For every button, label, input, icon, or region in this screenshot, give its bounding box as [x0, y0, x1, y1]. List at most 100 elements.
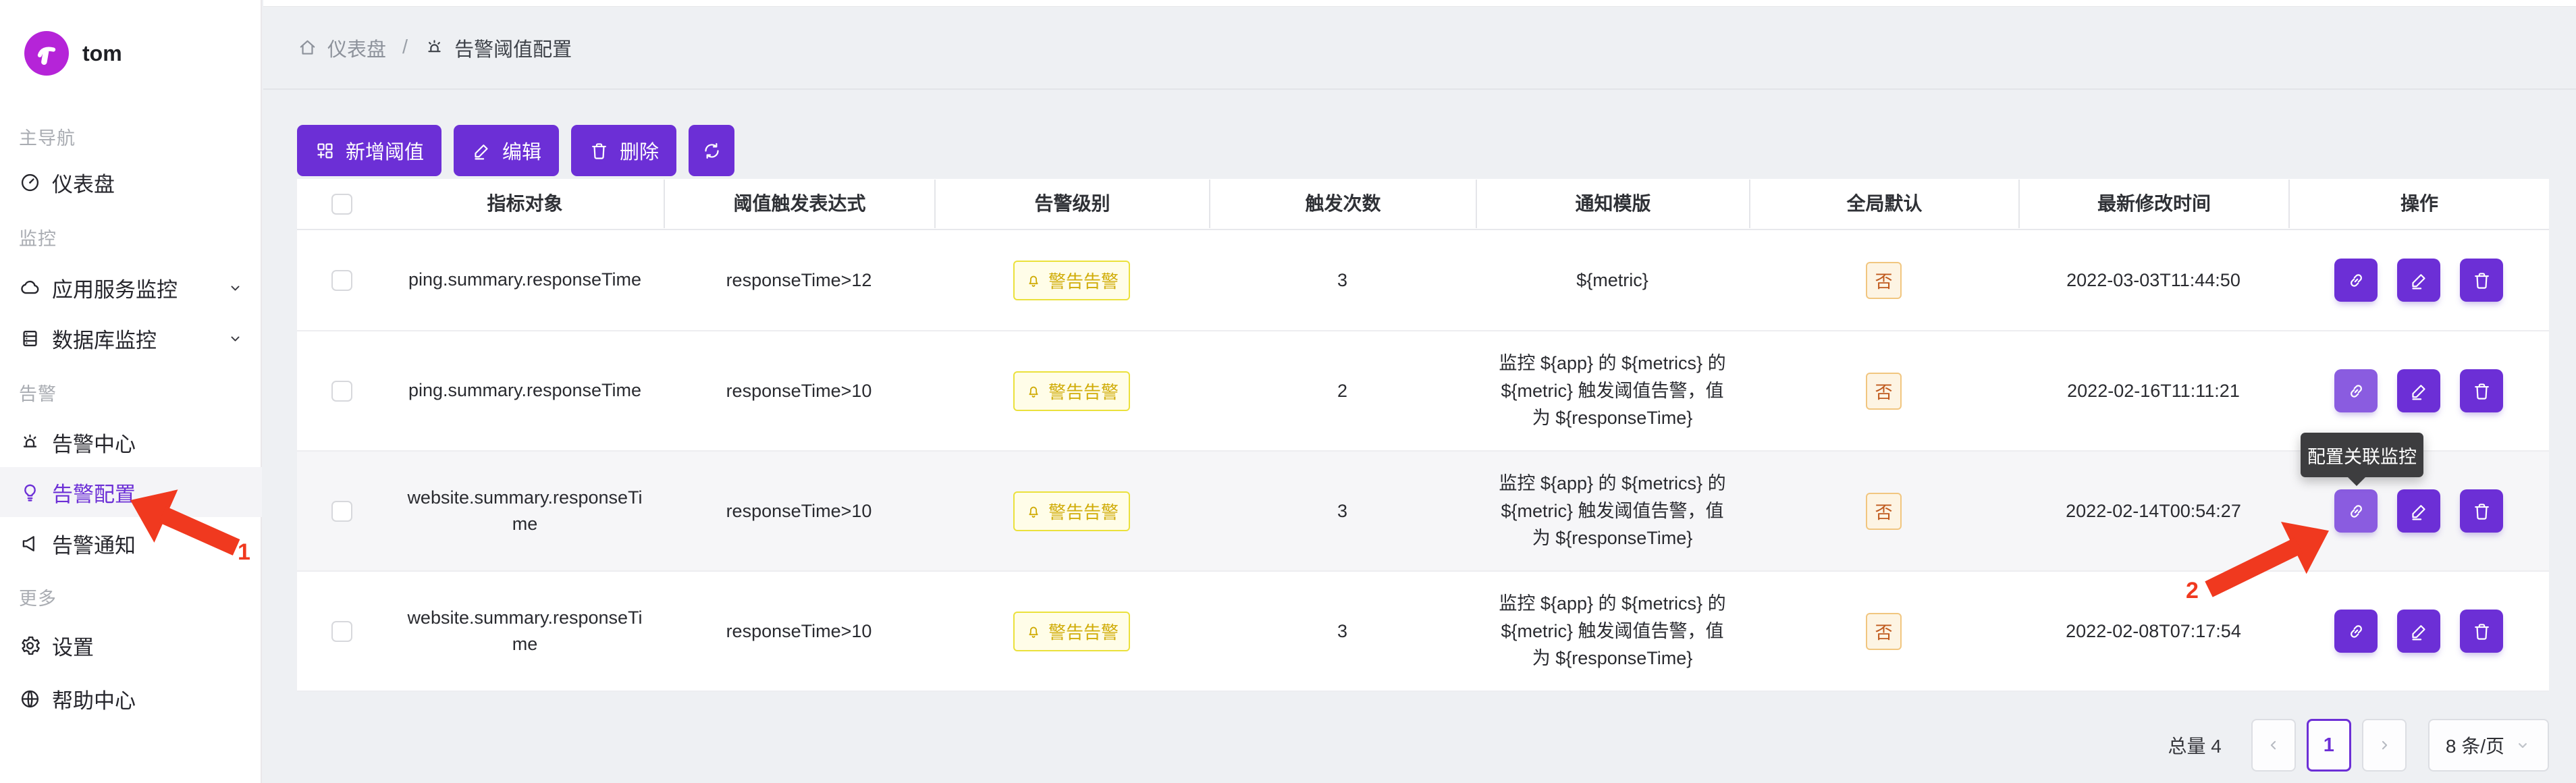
global-default-badge: 否 — [1866, 493, 1901, 530]
bell-icon — [1025, 271, 1042, 289]
pencil-icon — [2409, 621, 2430, 642]
sidebar-item-dashboard[interactable]: 仪表盘 — [0, 157, 262, 207]
alert-level-label: 警告告警 — [1048, 379, 1119, 404]
pencil-icon — [471, 140, 492, 161]
sidebar-item-alert-center[interactable]: 告警中心 — [0, 417, 262, 467]
edit-button[interactable]: 编辑 — [454, 125, 559, 176]
link-monitor-button[interactable] — [2334, 610, 2378, 653]
table-header-row: 指标对象 阈值触发表达式 告警级别 触发次数 通知模版 全局默认 最新修改时间 … — [297, 179, 2549, 230]
trash-icon — [2471, 270, 2492, 291]
modified-time-cell: 2022-03-03T11:44:50 — [2018, 270, 2288, 291]
trash-icon — [2471, 381, 2492, 402]
row-checkbox[interactable] — [331, 270, 352, 291]
modified-time-cell: 2022-02-14T00:54:27 — [2018, 501, 2288, 522]
edit-row-button[interactable] — [2397, 489, 2440, 533]
row-checkbox[interactable] — [331, 621, 352, 642]
page-size-select[interactable]: 8 条/页 — [2428, 719, 2549, 772]
delete-row-button[interactable] — [2460, 259, 2503, 302]
row-checkbox[interactable] — [331, 381, 352, 402]
toolbar: 新增阈值 编辑 删除 — [297, 125, 2549, 176]
sidebar-section-label: 更多 — [19, 584, 57, 610]
modified-time-cell: 2022-02-08T07:17:54 — [2018, 621, 2288, 642]
sidebar-section-label: 监控 — [19, 224, 57, 250]
expression-cell: responseTime>10 — [664, 501, 934, 522]
alert-level-badge: 警告告警 — [1013, 261, 1130, 300]
refresh-button[interactable] — [689, 125, 734, 176]
annotation-number-1: 1 — [238, 539, 250, 566]
global-default-badge: 否 — [1866, 373, 1901, 410]
chevron-down-icon[interactable] — [226, 279, 244, 297]
edit-row-button[interactable] — [2397, 259, 2440, 302]
select-all-checkbox[interactable] — [331, 194, 352, 215]
next-page-button[interactable] — [2362, 719, 2407, 772]
expression-cell: responseTime>10 — [664, 381, 934, 402]
link-icon — [2346, 501, 2367, 522]
link-icon — [2346, 270, 2367, 291]
sidebar-item-label: 告警中心 — [52, 427, 136, 458]
link-monitor-button[interactable] — [2334, 489, 2378, 533]
edit-row-button[interactable] — [2397, 369, 2440, 412]
link-monitor-button[interactable] — [2334, 259, 2378, 302]
sidebar: tom 主导航仪表盘监控应用服务监控数据库监控告警告警中心告警配置告警通知更多设… — [0, 0, 262, 783]
col-header-trigger-count: 触发次数 — [1209, 180, 1476, 228]
content: 新增阈值 编辑 删除 指标对象 阈值触发表达式 — [263, 125, 2576, 772]
edit-row-button[interactable] — [2397, 610, 2440, 653]
sidebar-item-label: 数据库监控 — [52, 323, 157, 354]
col-header-global-default: 全局默认 — [1749, 180, 2018, 228]
delete-row-button[interactable] — [2460, 610, 2503, 653]
total-count-label: 总量 4 — [2168, 732, 2222, 759]
sidebar-item-label: 告警通知 — [52, 529, 136, 559]
table-row: ping.summary.responseTime responseTime>1… — [297, 331, 2549, 452]
sidebar-item-help-center[interactable]: 帮助中心 — [0, 674, 262, 724]
bulb-icon — [19, 481, 41, 504]
grid-plus-icon — [315, 140, 336, 161]
home-icon — [297, 37, 318, 58]
link-monitor-tooltip: 配置关联监控 — [2301, 433, 2423, 477]
breadcrumb-dashboard[interactable]: 仪表盘 — [297, 34, 386, 62]
col-header-template: 通知模版 — [1476, 180, 1749, 228]
page-number-button[interactable]: 1 — [2307, 719, 2351, 772]
delete-row-button[interactable] — [2460, 369, 2503, 412]
trigger-count-cell: 2 — [1209, 381, 1476, 402]
breadcrumb: 仪表盘 / 告警阈值配置 — [263, 7, 2576, 90]
chevron-down-icon[interactable] — [226, 329, 244, 348]
template-cell: 监控 ${app} 的 ${metrics} 的 ${metric} 触发阈值告… — [1494, 470, 1732, 552]
col-header-level: 告警级别 — [934, 180, 1209, 228]
sidebar-item-settings[interactable]: 设置 — [0, 620, 262, 670]
chevron-right-icon — [2375, 736, 2394, 755]
template-cell: 监控 ${app} 的 ${metrics} 的 ${metric} 触发阈值告… — [1494, 590, 1732, 672]
prev-page-button[interactable] — [2251, 719, 2296, 772]
modified-time-cell: 2022-02-16T11:11:21 — [2018, 381, 2288, 402]
sidebar-item-label: 告警配置 — [52, 477, 136, 508]
link-icon — [2346, 381, 2367, 402]
add-threshold-button[interactable]: 新增阈值 — [297, 125, 441, 176]
pencil-icon — [2409, 381, 2430, 402]
main-area: 仪表盘 / 告警阈值配置 新增阈值 编辑 删除 — [263, 0, 2576, 783]
expression-cell: responseTime>10 — [664, 621, 934, 642]
breadcrumb-separator: / — [402, 36, 408, 59]
bell-icon — [1025, 502, 1042, 520]
sidebar-item-app-service-monitoring[interactable]: 应用服务监控 — [0, 263, 262, 313]
row-checkbox[interactable] — [331, 501, 352, 522]
link-monitor-button[interactable] — [2334, 369, 2378, 412]
cloud-icon — [19, 277, 41, 299]
sidebar-item-label: 应用服务监控 — [52, 273, 178, 303]
trash-icon — [2471, 501, 2492, 522]
user-name: tom — [82, 41, 122, 66]
sidebar-item-label: 帮助中心 — [52, 684, 136, 714]
row-actions — [2334, 369, 2503, 412]
gear-icon — [19, 634, 41, 657]
sidebar-item-database-monitoring[interactable]: 数据库监控 — [0, 313, 262, 363]
template-cell: 监控 ${app} 的 ${metrics} 的 ${metric} 触发阈值告… — [1494, 350, 1732, 432]
delete-button[interactable]: 删除 — [571, 125, 676, 176]
col-header-actions: 操作 — [2288, 180, 2549, 228]
logo-row[interactable]: tom — [24, 31, 122, 76]
alert-level-label: 警告告警 — [1048, 499, 1119, 524]
trigger-count-cell: 3 — [1209, 501, 1476, 522]
breadcrumb-label: 仪表盘 — [327, 34, 386, 62]
metric-cell: website.summary.responseTime — [407, 605, 643, 657]
add-threshold-label: 新增阈值 — [346, 136, 424, 165]
delete-row-button[interactable] — [2460, 489, 2503, 533]
trash-icon — [589, 140, 610, 161]
bell-icon — [1025, 622, 1042, 640]
